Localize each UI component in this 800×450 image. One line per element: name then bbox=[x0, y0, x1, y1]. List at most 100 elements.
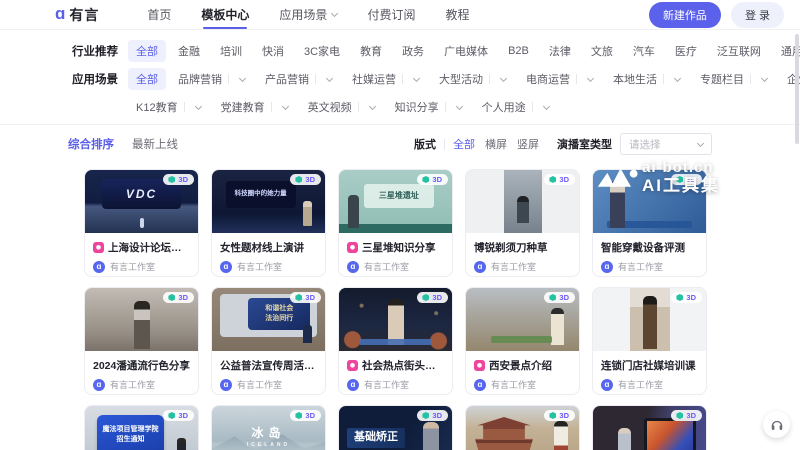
scene-dropdown-option[interactable]: 本地生活 bbox=[605, 68, 688, 90]
industry-option[interactable]: 广电媒体 bbox=[436, 40, 496, 62]
template-card[interactable]: 3D 基础矫正 ɑ 有言工作室 bbox=[338, 405, 453, 450]
template-card[interactable]: 3D 连锁门店社媒培训课 ɑ 有言工作室 bbox=[592, 287, 707, 395]
template-title: 公益普法宣传周活动预告 bbox=[220, 358, 317, 373]
cube-3d-icon bbox=[549, 294, 556, 301]
3d-badge-label: 3D bbox=[432, 175, 442, 184]
nav-item-3[interactable]: 应用场景 bbox=[279, 0, 337, 30]
nav-item-5[interactable]: 教程 bbox=[445, 0, 469, 30]
template-card[interactable]: 3D 冰岛ICELAND ɑ 有言工作室 bbox=[211, 405, 326, 450]
industry-option[interactable]: 泛互联网 bbox=[709, 40, 769, 62]
scene-dropdown-option[interactable]: 电商运营 bbox=[518, 68, 601, 90]
cube-3d-icon bbox=[295, 294, 302, 301]
3d-badge-label: 3D bbox=[178, 175, 188, 184]
cube-3d-icon bbox=[295, 176, 302, 183]
3d-badge: 3D bbox=[544, 292, 575, 303]
template-card[interactable]: 3D 魔法项目管理学院招生通知 ɑ 有言工作室 bbox=[84, 405, 199, 450]
template-thumbnail: 3D 基础矫正 bbox=[339, 406, 452, 450]
template-card[interactable]: 3D 博锐剃须刀种草 ɑ 有言工作室 bbox=[465, 169, 580, 277]
card-info: 智能穿戴设备评测 ɑ 有言工作室 bbox=[593, 233, 706, 273]
scene-option-label: K12教育 bbox=[136, 99, 178, 115]
3d-badge: 3D bbox=[290, 410, 321, 421]
template-card[interactable]: 3D 三星堆遗址 三星堆知识分享 ɑ 有言工作室 bbox=[338, 169, 453, 277]
nav-item-1[interactable]: 首页 bbox=[147, 0, 171, 30]
layout-option[interactable]: 竖屏 bbox=[517, 139, 539, 151]
author-row: ɑ 有言工作室 bbox=[347, 260, 444, 273]
new-work-button[interactable]: 新建作品 bbox=[649, 2, 721, 28]
industry-option[interactable]: 教育 bbox=[352, 40, 390, 62]
scene-option-label: 社媒运营 bbox=[352, 71, 396, 87]
industry-option[interactable]: 金融 bbox=[170, 40, 208, 62]
template-card[interactable]: 3D ɑ 有言工作室 bbox=[592, 405, 707, 450]
vertical-scrollbar[interactable] bbox=[794, 0, 800, 450]
author-row: ɑ 有言工作室 bbox=[601, 378, 698, 391]
thumbnail-caption: 基础矫正 bbox=[347, 428, 405, 448]
scene-dropdown-option[interactable]: 品牌营销 bbox=[170, 68, 253, 90]
divider bbox=[402, 74, 403, 84]
scene-dropdown-option[interactable]: 产品营销 bbox=[257, 68, 340, 90]
industry-filter-label: 行业推荐 bbox=[72, 40, 128, 59]
hot-icon bbox=[347, 360, 358, 371]
industry-option[interactable]: 文旅 bbox=[583, 40, 621, 62]
industry-option[interactable]: 汽车 bbox=[625, 40, 663, 62]
scrollbar-thumb[interactable] bbox=[795, 34, 799, 144]
3d-badge-label: 3D bbox=[305, 411, 315, 420]
template-card[interactable]: 3D 2024潘通流行色分享 ɑ 有言工作室 bbox=[84, 287, 199, 395]
scene-dropdown-option[interactable]: 党建教育 bbox=[213, 96, 296, 118]
template-card[interactable]: 3D VDC 上海设计论坛开场主持 ɑ 有言工作室 bbox=[84, 169, 199, 277]
industry-option[interactable]: 快消 bbox=[254, 40, 292, 62]
industry-option[interactable]: 3C家电 bbox=[296, 40, 348, 62]
main-nav: 首页模板中心应用场景付费订阅教程 bbox=[147, 0, 469, 30]
scene-dropdown-option[interactable]: 个人用途 bbox=[474, 96, 557, 118]
template-card[interactable]: 3D ɑ 有言工作室 bbox=[465, 405, 580, 450]
scene-option-label: 产品营销 bbox=[265, 71, 309, 87]
scene-dropdown-option[interactable]: K12教育 bbox=[128, 96, 209, 118]
layout-option[interactable]: 全部 bbox=[453, 139, 475, 151]
template-card[interactable]: 3D 和谐社会法治同行 公益普法宣传周活动预告 ɑ 有言工作室 bbox=[211, 287, 326, 395]
author-row: ɑ 有言工作室 bbox=[93, 378, 190, 391]
card-info: 连锁门店社媒培训课 ɑ 有言工作室 bbox=[593, 351, 706, 391]
author-row: ɑ 有言工作室 bbox=[474, 260, 571, 273]
template-title: 社会热点街头采访连线 bbox=[362, 358, 444, 373]
industry-option[interactable]: 政务 bbox=[394, 40, 432, 62]
author-name: 有言工作室 bbox=[237, 378, 282, 391]
3d-badge: 3D bbox=[417, 292, 448, 303]
template-card[interactable]: 3D 科技圈中的她力量 女性题材线上演讲 ɑ 有言工作室 bbox=[211, 169, 326, 277]
scene-dropdown-option[interactable]: 大型活动 bbox=[431, 68, 514, 90]
scene-dropdown-option[interactable]: 专题栏目 bbox=[692, 68, 775, 90]
template-card[interactable]: 3D 智能穿戴设备评测 ɑ 有言工作室 bbox=[592, 169, 707, 277]
filter-panel: 行业推荐 全部金融培训快消3C家电教育政务广电媒体B2B法律文旅汽车医疗泛互联网… bbox=[0, 30, 800, 118]
divider bbox=[489, 74, 490, 84]
industry-option[interactable]: B2B bbox=[500, 42, 537, 60]
customer-service-button[interactable] bbox=[763, 411, 790, 438]
3d-badge: 3D bbox=[671, 174, 702, 185]
template-card[interactable]: 3D 西安景点介绍 ɑ 有言工作室 bbox=[465, 287, 580, 395]
brand-logo[interactable]: ɑ 有言 bbox=[55, 5, 99, 25]
sort-option[interactable]: 综合排序 bbox=[68, 139, 114, 151]
author-row: ɑ 有言工作室 bbox=[93, 260, 190, 273]
scene-option-label: 电商运营 bbox=[526, 71, 570, 87]
scene-option[interactable]: 全部 bbox=[128, 68, 166, 90]
scene-dropdown-option[interactable]: 知识分享 bbox=[387, 96, 470, 118]
industry-option[interactable]: 全部 bbox=[128, 40, 166, 62]
card-info: 2024潘通流行色分享 ɑ 有言工作室 bbox=[85, 351, 198, 391]
studio-avatar: ɑ bbox=[474, 261, 486, 273]
scene-option-label: 本地生活 bbox=[613, 71, 657, 87]
card-info: 博锐剃须刀种草 ɑ 有言工作室 bbox=[466, 233, 579, 273]
nav-item-4[interactable]: 付费订阅 bbox=[367, 0, 415, 30]
3d-badge: 3D bbox=[671, 410, 702, 421]
template-thumbnail: 3D bbox=[593, 288, 706, 351]
sort-option[interactable]: 最新上线 bbox=[132, 139, 178, 151]
template-card[interactable]: 3D 社会热点街头采访连线 ɑ 有言工作室 bbox=[338, 287, 453, 395]
scene-dropdown-option[interactable]: 英文视频 bbox=[300, 96, 383, 118]
industry-option[interactable]: 培训 bbox=[212, 40, 250, 62]
layout-option[interactable]: 横屏 bbox=[485, 139, 507, 151]
author-row: ɑ 有言工作室 bbox=[347, 378, 444, 391]
login-button[interactable]: 登 录 bbox=[731, 2, 784, 28]
studio-type-select[interactable]: 请选择 bbox=[620, 133, 712, 155]
cube-3d-icon bbox=[422, 412, 429, 419]
industry-option[interactable]: 法律 bbox=[541, 40, 579, 62]
industry-option[interactable]: 医疗 bbox=[667, 40, 705, 62]
nav-item-2[interactable]: 模板中心 bbox=[201, 0, 249, 30]
scene-dropdown-option[interactable]: 社媒运营 bbox=[344, 68, 427, 90]
cube-3d-icon bbox=[676, 176, 683, 183]
